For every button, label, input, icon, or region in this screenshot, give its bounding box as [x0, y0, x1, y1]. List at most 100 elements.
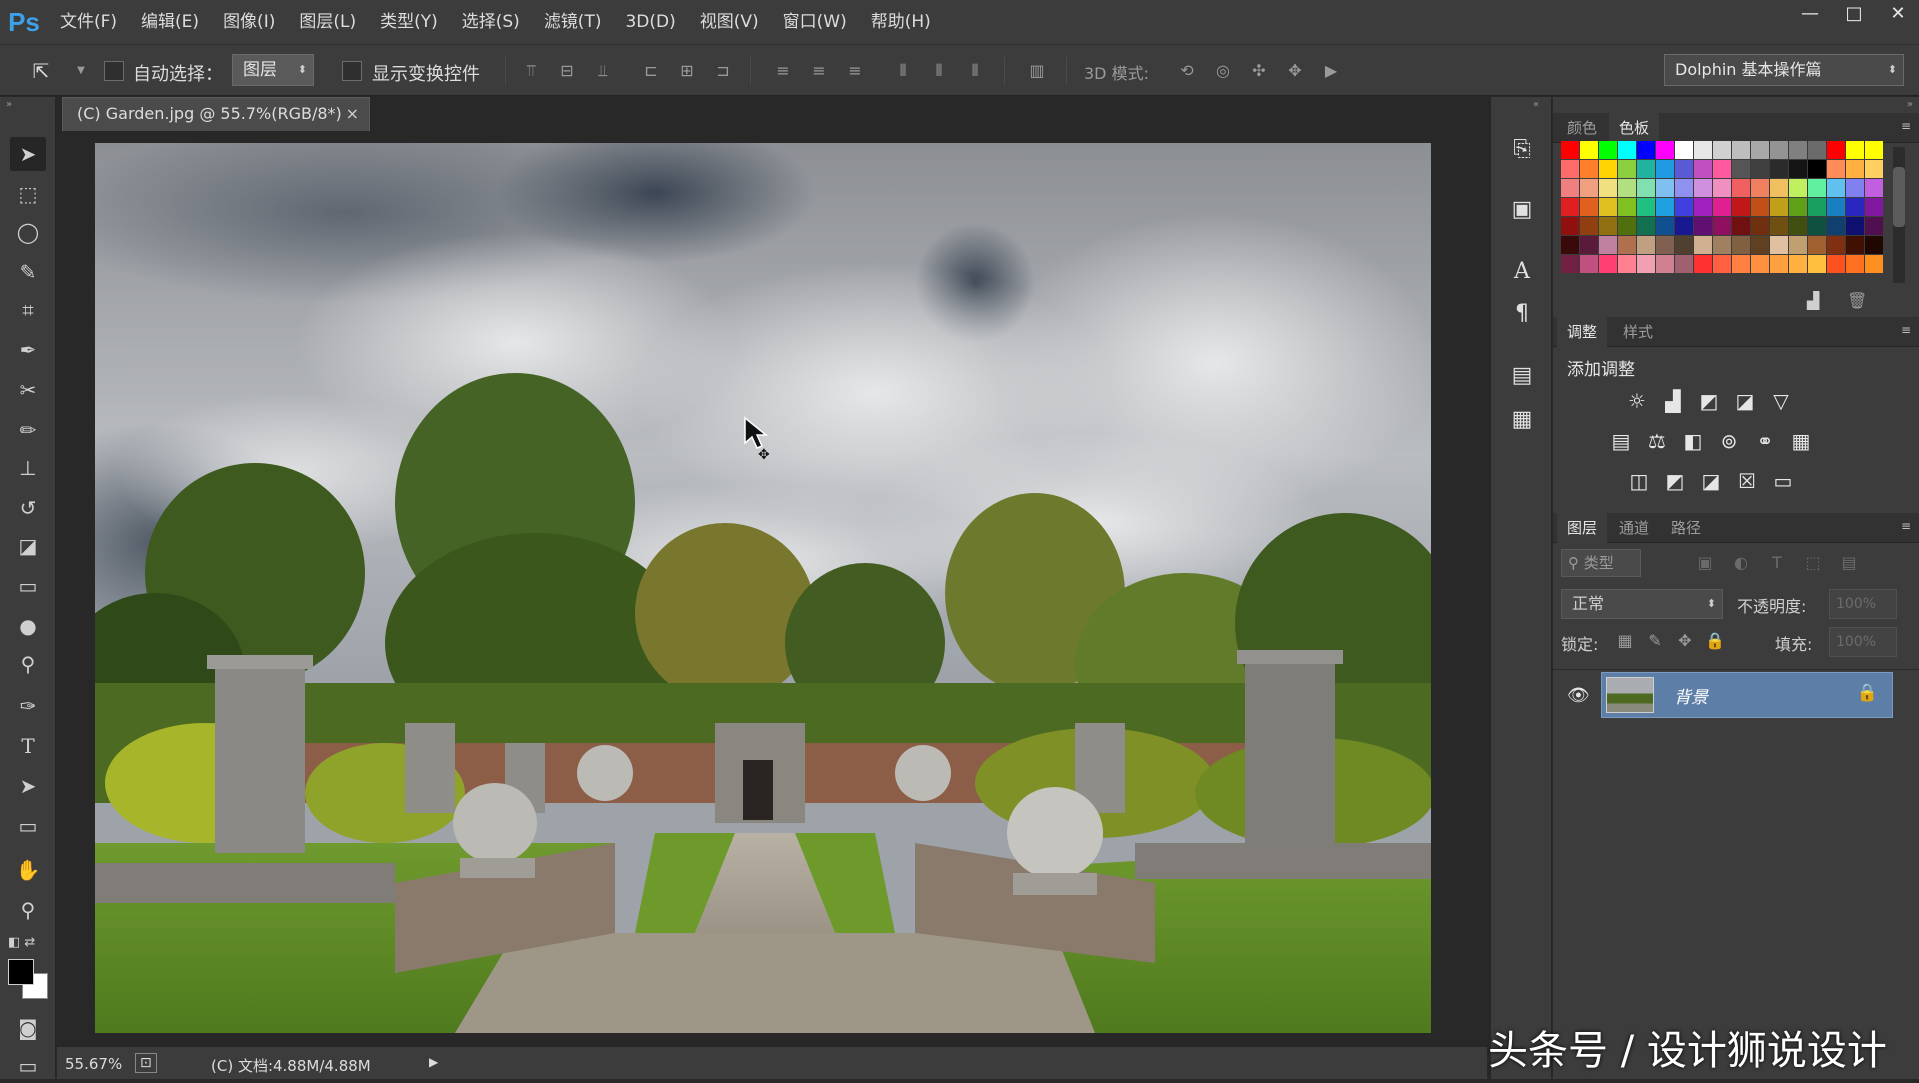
swatch[interactable]	[1561, 198, 1579, 216]
close-icon[interactable]: ×	[346, 98, 359, 130]
distribute-right-icon[interactable]: ⦀	[964, 60, 986, 82]
swatch[interactable]	[1637, 198, 1655, 216]
blend-mode-dropdown[interactable]: 正常 ⬍	[1561, 589, 1723, 619]
zoom-tool[interactable]: ⚲	[10, 893, 46, 927]
distribute-top-icon[interactable]: ≡	[772, 60, 794, 82]
swatch[interactable]	[1561, 160, 1579, 178]
swatch[interactable]	[1789, 255, 1807, 273]
swatch[interactable]	[1827, 255, 1845, 273]
screen-mode-icon[interactable]: ▭	[10, 1049, 46, 1083]
posterize-icon[interactable]: ◩	[1661, 467, 1689, 495]
opacity-field[interactable]: 100%	[1829, 589, 1897, 619]
auto-select-checkbox[interactable]	[104, 61, 124, 81]
swatch[interactable]	[1732, 255, 1750, 273]
swatch[interactable]	[1599, 198, 1617, 216]
dodge-tool[interactable]: ⚲	[10, 647, 46, 681]
swatch[interactable]	[1618, 236, 1636, 254]
status-menu-arrow[interactable]: ▶	[429, 1055, 438, 1069]
swatch[interactable]	[1732, 141, 1750, 159]
swatch[interactable]	[1751, 217, 1769, 235]
swatch[interactable]	[1675, 160, 1693, 178]
notes-panel-icon[interactable]: ▦	[1505, 403, 1539, 437]
swatch[interactable]	[1865, 198, 1883, 216]
swatch[interactable]	[1770, 236, 1788, 254]
swatch[interactable]	[1656, 160, 1674, 178]
swatch[interactable]	[1580, 255, 1598, 273]
stamp-tool[interactable]: ⊥	[10, 451, 46, 485]
swatch[interactable]	[1846, 198, 1864, 216]
swatch[interactable]	[1580, 236, 1598, 254]
swatch[interactable]	[1865, 179, 1883, 197]
swatch[interactable]	[1618, 141, 1636, 159]
hue-saturation-icon[interactable]: ▤	[1607, 427, 1635, 455]
menu-window[interactable]: 窗口(W)	[771, 0, 859, 44]
swatch[interactable]	[1789, 198, 1807, 216]
swatch[interactable]	[1580, 198, 1598, 216]
swatch[interactable]	[1808, 179, 1826, 197]
color-balance-icon[interactable]: ⚖	[1643, 427, 1671, 455]
align-hcenter-icon[interactable]: ⊞	[676, 60, 698, 82]
swatch[interactable]	[1827, 179, 1845, 197]
swatch[interactable]	[1694, 179, 1712, 197]
filter-smart-icon[interactable]: ▤	[1835, 549, 1863, 577]
zoom-level[interactable]: 55.67%	[65, 1055, 122, 1073]
swatch[interactable]	[1808, 236, 1826, 254]
swatch[interactable]	[1675, 141, 1693, 159]
maximize-button[interactable]: □	[1843, 3, 1865, 24]
lock-position-icon[interactable]: ✥	[1671, 627, 1699, 655]
swatch[interactable]	[1656, 198, 1674, 216]
filter-shape-icon[interactable]: ⬚	[1799, 549, 1827, 577]
swatch[interactable]	[1751, 198, 1769, 216]
swatch[interactable]	[1846, 141, 1864, 159]
swatch[interactable]	[1675, 198, 1693, 216]
swatch[interactable]	[1656, 236, 1674, 254]
panel-menu-icon[interactable]: ≡	[1901, 119, 1911, 133]
swatch[interactable]	[1713, 141, 1731, 159]
swatch[interactable]	[1808, 255, 1826, 273]
swatch[interactable]	[1694, 141, 1712, 159]
swatch[interactable]	[1846, 217, 1864, 235]
eraser-tool[interactable]: ◪	[10, 529, 46, 563]
levels-icon[interactable]: ▟	[1659, 387, 1687, 415]
distribute-hcenter-icon[interactable]: ⦀	[928, 60, 950, 82]
swatch[interactable]	[1656, 255, 1674, 273]
color-lookup-icon[interactable]: ▦	[1787, 427, 1815, 455]
collapse-icon[interactable]: «	[1533, 99, 1539, 110]
menu-file[interactable]: 文件(F)	[48, 0, 129, 44]
swatch[interactable]	[1846, 255, 1864, 273]
swatch[interactable]	[1618, 255, 1636, 273]
swatch[interactable]	[1751, 179, 1769, 197]
swatch[interactable]	[1770, 179, 1788, 197]
swatch[interactable]	[1599, 141, 1617, 159]
swatch[interactable]	[1770, 141, 1788, 159]
lasso-tool[interactable]: ◯	[10, 215, 46, 249]
swatch[interactable]	[1751, 160, 1769, 178]
align-right-icon[interactable]: ⊐	[712, 60, 734, 82]
swatch[interactable]	[1770, 160, 1788, 178]
scrollbar-thumb[interactable]	[1893, 167, 1905, 227]
swatch[interactable]	[1865, 255, 1883, 273]
swatch[interactable]	[1694, 217, 1712, 235]
swatch[interactable]	[1599, 236, 1617, 254]
align-vcenter-icon[interactable]: ⊟	[556, 60, 578, 82]
proof-icon[interactable]: ⊡	[135, 1053, 157, 1073]
auto-align-icon[interactable]: ▥	[1026, 60, 1048, 82]
swatch[interactable]	[1751, 255, 1769, 273]
swatch[interactable]	[1732, 160, 1750, 178]
swatch[interactable]	[1561, 141, 1579, 159]
swatch[interactable]	[1580, 160, 1598, 178]
3d-pan-icon[interactable]: ✣	[1248, 60, 1270, 82]
history-panel-icon[interactable]: ⎘	[1505, 133, 1539, 167]
swatch[interactable]	[1694, 236, 1712, 254]
swatch[interactable]	[1580, 217, 1598, 235]
actions-panel-icon[interactable]: ▤	[1505, 359, 1539, 393]
swatch[interactable]	[1580, 141, 1598, 159]
layer-row-background[interactable]: 背景 🔒	[1601, 672, 1893, 718]
filter-type-icon[interactable]: T	[1763, 549, 1791, 577]
chevron-down-icon[interactable]: ▼	[70, 60, 92, 82]
menu-type[interactable]: 类型(Y)	[368, 0, 450, 44]
workspace-dropdown[interactable]: Dolphin 基本操作篇 ⬍	[1664, 54, 1904, 86]
close-button[interactable]: ✕	[1887, 3, 1909, 24]
vibrance-icon[interactable]: ▽	[1767, 387, 1795, 415]
hand-tool[interactable]: ✋	[10, 853, 46, 887]
